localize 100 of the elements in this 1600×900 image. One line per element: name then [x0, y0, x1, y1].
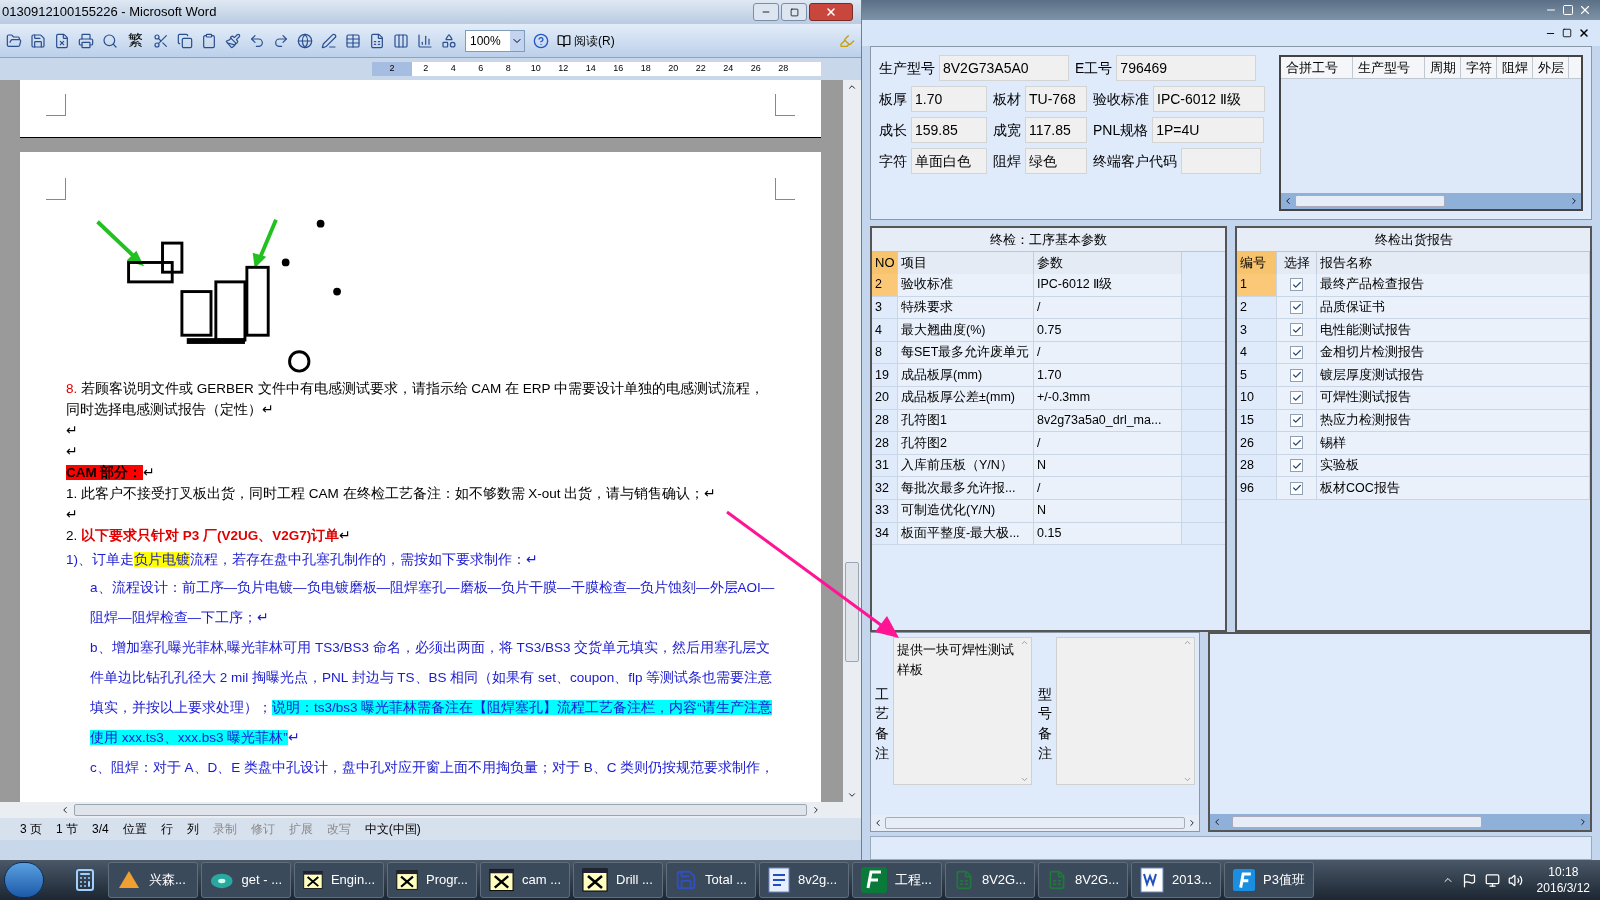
column-header[interactable]: 合拼工号: [1281, 57, 1353, 78]
checkbox[interactable]: [1290, 481, 1303, 495]
read-button[interactable]: 阅读(R): [557, 31, 615, 50]
column-header[interactable]: 字符: [1461, 57, 1497, 78]
taskbar-button[interactable]: 2013...: [1131, 862, 1221, 898]
bars-icon[interactable]: [417, 32, 433, 49]
table-cell: 锡样: [1317, 432, 1590, 454]
table-icon[interactable]: [345, 32, 361, 49]
field-value[interactable]: 8V2G73A5A0: [939, 55, 1069, 81]
field-value[interactable]: 796469: [1116, 55, 1257, 81]
taskbar-button[interactable]: Engin...: [294, 862, 384, 898]
checkbox[interactable]: [1290, 346, 1303, 360]
ruler-number: 24: [722, 62, 735, 76]
column-header[interactable]: NO: [872, 252, 898, 274]
taskbar-button[interactable]: get - ...: [201, 862, 291, 898]
network-icon[interactable]: [1484, 872, 1500, 888]
checkbox[interactable]: [1290, 413, 1303, 427]
file-permission-icon[interactable]: [54, 32, 70, 49]
taskbar-button[interactable]: 8v2g...: [759, 862, 849, 898]
field-value[interactable]: IPC-6012 Ⅱ级: [1153, 86, 1265, 112]
checkbox[interactable]: [1290, 391, 1303, 405]
help-icon[interactable]: [533, 32, 549, 49]
start-button[interactable]: [4, 862, 44, 898]
scroll-thumb[interactable]: [885, 817, 1185, 829]
column-header[interactable]: 外层: [1533, 57, 1569, 78]
scroll-right-icon[interactable]: [1569, 196, 1579, 206]
taskbar-button[interactable]: Progr...: [387, 862, 477, 898]
shapes-icon[interactable]: [441, 32, 457, 49]
close-icon[interactable]: [1578, 27, 1590, 39]
checkbox[interactable]: [1290, 436, 1303, 450]
close-button[interactable]: [809, 3, 853, 21]
maximize-icon[interactable]: [789, 7, 799, 17]
save-icon[interactable]: [30, 32, 46, 49]
traditional-chinese-button[interactable]: 繁: [126, 29, 145, 52]
taskbar-button[interactable]: 8V2G...: [945, 862, 1035, 898]
scroll-thumb[interactable]: [1295, 195, 1445, 207]
field-value[interactable]: 1P=4U: [1152, 117, 1265, 143]
column-header[interactable]: 项目: [898, 252, 1034, 274]
column-header[interactable]: 选择: [1277, 252, 1317, 274]
redo-icon[interactable]: [273, 32, 289, 49]
field-value[interactable]: 绿色: [1025, 148, 1087, 174]
column-header[interactable]: 阻焊: [1497, 57, 1533, 78]
field-value[interactable]: 117.85: [1025, 117, 1087, 143]
scroll-thumb[interactable]: [845, 562, 859, 662]
checkbox[interactable]: [1290, 300, 1303, 314]
table-cell: 1.70: [1034, 364, 1182, 386]
scroll-down-icon[interactable]: [847, 790, 857, 800]
taskbar-button[interactable]: Drill ...: [573, 862, 663, 898]
scroll-left-icon[interactable]: [873, 818, 883, 828]
clock[interactable]: 10:18 2016/3/12: [1530, 864, 1596, 896]
scroll-right-icon[interactable]: [1578, 817, 1588, 827]
taskbar-button[interactable]: 工程...: [852, 862, 942, 898]
column-header[interactable]: 周期: [1425, 57, 1461, 78]
printer-icon[interactable]: [78, 32, 94, 49]
clipboard-icon[interactable]: [201, 32, 217, 49]
scroll-right-icon[interactable]: [811, 805, 821, 815]
column-header[interactable]: 生产型号: [1353, 57, 1425, 78]
scroll-up-icon[interactable]: [847, 82, 857, 92]
field-label: E工号: [1075, 58, 1113, 78]
scissors-icon[interactable]: [153, 32, 169, 49]
taskbar-button[interactable]: 8V2G...: [1038, 862, 1128, 898]
table-cell: /: [1034, 341, 1182, 364]
scroll-thumb[interactable]: [1232, 816, 1482, 828]
taskbar-button[interactable]: P3值班: [1224, 862, 1314, 898]
column-header[interactable]: 报告名称: [1317, 252, 1590, 274]
minimize-button[interactable]: [753, 3, 779, 21]
scroll-left-icon[interactable]: [1212, 817, 1222, 827]
columns-icon[interactable]: [393, 32, 409, 49]
flag-icon[interactable]: [1461, 872, 1477, 888]
field-value[interactable]: [1181, 148, 1261, 174]
print-preview-icon[interactable]: [102, 32, 118, 49]
column-header[interactable]: 参数: [1034, 252, 1182, 274]
field-value[interactable]: TU-768: [1025, 86, 1087, 112]
undo-icon[interactable]: [249, 32, 265, 49]
scroll-left-icon[interactable]: [60, 805, 70, 815]
paintbrush-icon[interactable]: [225, 32, 241, 49]
table-cell: 最终产品检查报告: [1317, 274, 1590, 296]
field-value[interactable]: 单面白色: [911, 148, 987, 174]
checkbox[interactable]: [1290, 459, 1303, 473]
scroll-thumb[interactable]: [74, 804, 807, 816]
checkbox[interactable]: [1290, 278, 1303, 292]
checkbox[interactable]: [1290, 368, 1303, 382]
taskbar-button[interactable]: cam ...: [480, 862, 570, 898]
restore-icon[interactable]: [1562, 28, 1572, 38]
column-header[interactable]: 编号: [1237, 252, 1277, 274]
taskbar-button[interactable]: Total ...: [666, 862, 756, 898]
spreadsheet-icon[interactable]: [369, 32, 385, 49]
checkbox[interactable]: [1290, 323, 1303, 337]
field-value[interactable]: 1.70: [911, 86, 987, 112]
field-value[interactable]: 159.85: [911, 117, 987, 143]
taskbar-button[interactable]: 兴森...: [108, 862, 198, 898]
scroll-right-icon[interactable]: [1187, 818, 1197, 828]
copy-icon[interactable]: [177, 32, 193, 49]
pen-icon[interactable]: [321, 32, 337, 49]
maximize-button[interactable]: [781, 3, 807, 21]
scroll-left-icon[interactable]: [1283, 196, 1293, 206]
f-logo-icon: [1233, 867, 1256, 893]
zoom-dropdown[interactable]: 100%: [465, 29, 525, 52]
volume-icon[interactable]: [1507, 872, 1523, 888]
open-folder-icon[interactable]: [6, 32, 22, 49]
